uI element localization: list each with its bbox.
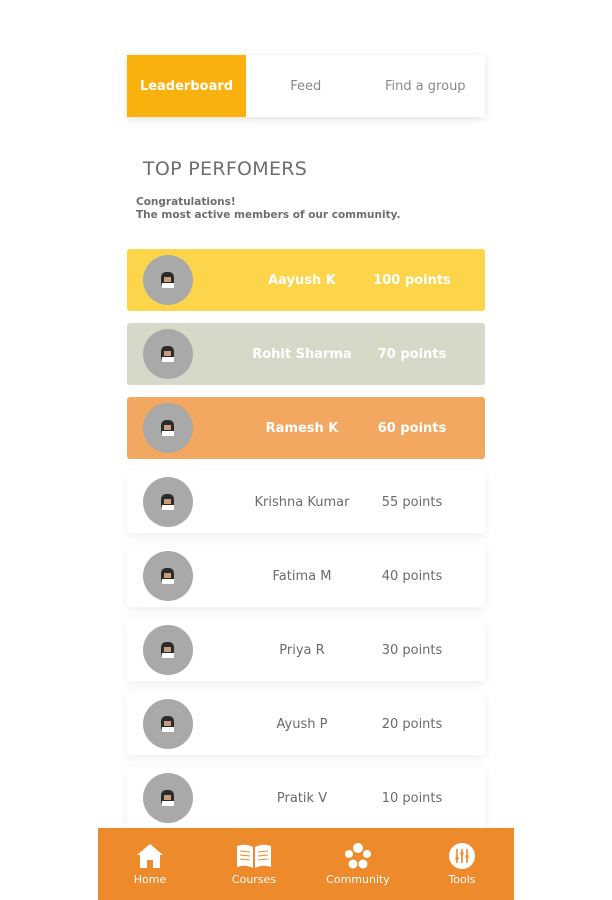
nav-home-label: Home <box>133 873 167 886</box>
member-points: 100 points <box>373 272 451 288</box>
page-title: TOP PERFOMERS <box>143 158 308 180</box>
nav-community[interactable]: Community <box>313 842 403 886</box>
bottom-nav: Home Courses Community Tools <box>98 828 514 900</box>
member-name: Krishna Kumar <box>254 494 350 510</box>
leaderboard-row[interactable]: Rohit Sharma 70 points <box>127 323 485 385</box>
member-name: Priya R <box>279 642 325 658</box>
leaderboard-screen: Leaderboard Feed Find a group TOP PERFOM… <box>0 0 612 900</box>
avatar <box>143 477 193 527</box>
leaderboard-row[interactable]: Aayush K 100 points <box>127 249 485 311</box>
avatar <box>143 329 193 379</box>
avatar <box>143 255 193 305</box>
member-name: Pratik V <box>276 790 328 806</box>
nav-courses[interactable]: Courses <box>209 842 299 886</box>
member-name: Rohit Sharma <box>252 346 352 362</box>
user-avatar-icon <box>161 346 174 362</box>
tools-icon <box>449 843 475 869</box>
user-avatar-icon <box>161 716 174 732</box>
book-icon <box>237 844 271 868</box>
leaderboard-row[interactable]: Ayush P 20 points <box>127 693 485 755</box>
tab-bar: Leaderboard Feed Find a group <box>127 55 485 117</box>
community-icon <box>345 843 371 869</box>
member-points: 60 points <box>377 420 447 436</box>
member-name: Ramesh K <box>265 420 339 436</box>
leaderboard-list: Aayush K 100 points Rohit Sharma 70 poin… <box>127 249 485 841</box>
leaderboard-row[interactable]: Krishna Kumar 55 points <box>127 471 485 533</box>
leaderboard-row[interactable]: Pratik V 10 points <box>127 767 485 829</box>
member-name: Ayush P <box>276 716 328 732</box>
member-points: 40 points <box>381 568 443 584</box>
member-points: 20 points <box>381 716 443 732</box>
avatar <box>143 773 193 823</box>
member-points: 30 points <box>381 642 443 658</box>
leaderboard-row[interactable]: Priya R 30 points <box>127 619 485 681</box>
nav-courses-label: Courses <box>231 873 277 886</box>
tab-feed[interactable]: Feed <box>246 55 366 117</box>
home-icon <box>137 844 163 868</box>
member-points: 55 points <box>381 494 443 510</box>
nav-community-label: Community <box>326 873 390 886</box>
member-name: Aayush K <box>268 272 336 288</box>
leaderboard-row[interactable]: Ramesh K 60 points <box>127 397 485 459</box>
nav-tools-label: Tools <box>448 873 476 886</box>
member-points: 70 points <box>377 346 447 362</box>
page-subtitle: Congratulations! The most active members… <box>136 196 476 222</box>
user-avatar-icon <box>161 420 174 436</box>
nav-tools[interactable]: Tools <box>417 842 507 886</box>
member-points: 10 points <box>381 790 443 806</box>
user-avatar-icon <box>161 642 174 658</box>
user-avatar-icon <box>161 494 174 510</box>
leaderboard-row[interactable]: Fatima M 40 points <box>127 545 485 607</box>
user-avatar-icon <box>161 272 174 288</box>
avatar <box>143 699 193 749</box>
member-name: Fatima M <box>272 568 332 584</box>
user-avatar-icon <box>161 568 174 584</box>
tab-leaderboard[interactable]: Leaderboard <box>127 55 246 117</box>
tab-find-a-group[interactable]: Find a group <box>366 55 486 117</box>
nav-home[interactable]: Home <box>105 842 195 886</box>
subtitle-line-1: Congratulations! <box>136 196 236 208</box>
avatar <box>143 551 193 601</box>
user-avatar-icon <box>161 790 174 806</box>
avatar <box>143 403 193 453</box>
subtitle-line-2: The most active members of our community… <box>136 209 401 221</box>
avatar <box>143 625 193 675</box>
